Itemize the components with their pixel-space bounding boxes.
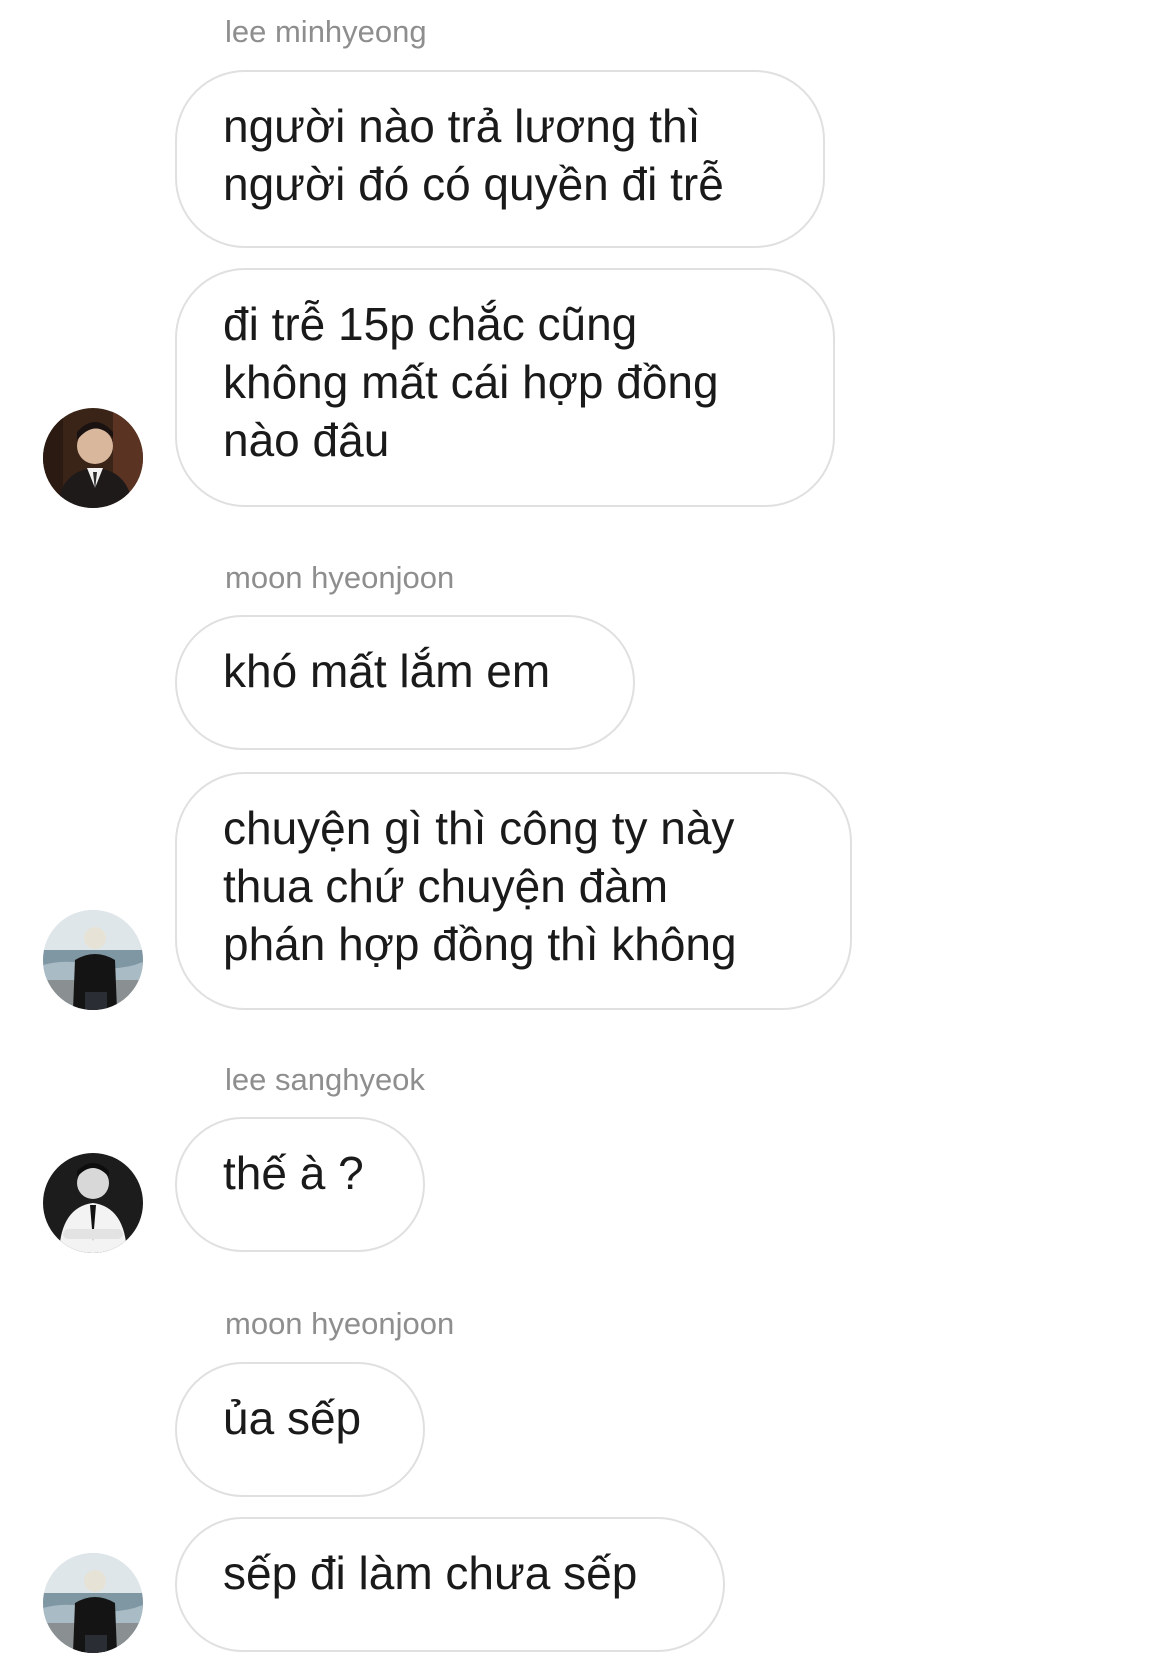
avatar-bw-tie-icon [43,1153,143,1253]
sender-name: moon hyeonjoon [225,1306,455,1341]
message-bubble[interactable]: ủa sếp [175,1362,425,1497]
sender-name: lee sanghyeok [225,1062,425,1097]
sender-name: moon hyeonjoon [225,560,455,595]
avatar-beach-back-icon [43,1553,143,1653]
avatar-suit-man-icon [43,408,143,508]
user-avatar[interactable] [43,1153,143,1253]
sender-name: lee minhyeong [225,14,427,49]
user-avatar[interactable] [43,1553,143,1653]
message-bubble[interactable]: thế à ? [175,1117,425,1252]
avatar-beach-back-icon [43,910,143,1010]
user-avatar[interactable] [43,910,143,1010]
message-bubble[interactable]: người nào trả lương thì người đó có quyề… [175,70,825,248]
message-bubble[interactable]: chuyện gì thì công ty này thua chứ chuyệ… [175,772,852,1010]
message-bubble[interactable]: khó mất lắm em [175,615,635,750]
message-bubble[interactable]: đi trễ 15p chắc cũng không mất cái hợp đ… [175,268,835,507]
user-avatar[interactable] [43,408,143,508]
message-bubble[interactable]: sếp đi làm chưa sếp [175,1517,725,1652]
